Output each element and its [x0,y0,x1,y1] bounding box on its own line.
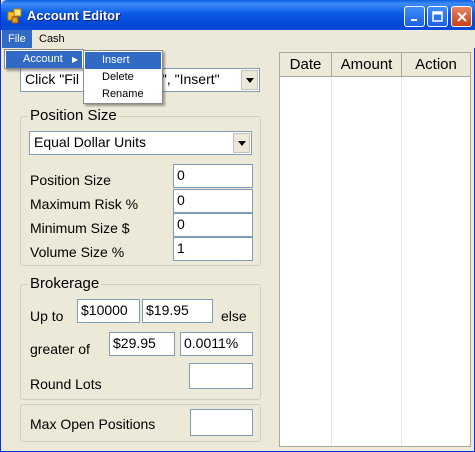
max-open-label: Max Open Positions [30,416,156,432]
column-header-action[interactable]: Action [402,53,470,77]
column-header-date[interactable]: Date [280,53,332,77]
account-combo-text-right: t", "Insert" [158,71,220,87]
up-to-amount-input[interactable]: $10000 [77,299,140,323]
menu-bar: File Cash [1,30,475,48]
up-to-fee-input[interactable]: $19.95 [142,299,213,323]
min-size-input[interactable]: 0 [173,213,253,237]
account-editor-window: Account Editor File Cash Click "Fil t", … [0,0,475,452]
brokerage-legend: Brokerage [28,275,102,292]
menu-cash[interactable]: Cash [33,30,71,48]
column-divider [331,77,332,446]
maximize-button[interactable] [427,6,448,27]
app-icon [7,8,22,24]
minimize-icon [410,18,417,21]
menu-item-account[interactable]: Account ▶ [6,51,82,68]
close-icon [456,11,467,22]
position-method-select[interactable]: Equal Dollar Units [29,131,252,155]
account-combo-text-left: Click "Fil [25,71,79,87]
close-button[interactable] [451,6,472,27]
round-lots-input[interactable] [189,363,253,389]
position-method-value: Equal Dollar Units [34,134,147,150]
max-risk-label: Maximum Risk % [30,196,139,212]
account-combo-dropdown-button[interactable] [241,70,258,90]
maximize-icon [432,11,443,22]
min-size-label: Minimum Size $ [30,220,130,236]
minimize-button[interactable] [404,6,425,27]
submenu-arrow-icon: ▶ [72,55,79,64]
max-risk-input[interactable]: 0 [173,189,253,213]
menu-item-rename[interactable]: Rename [85,86,161,103]
column-header-amount[interactable]: Amount [332,53,402,77]
else-label: else [221,308,247,324]
volume-size-label: Volume Size % [30,244,125,260]
greater-pct-input[interactable]: 0.0011% [180,332,253,356]
account-submenu: Insert Delete Rename [83,50,163,104]
grid-header: Date Amount Action [280,53,470,77]
round-lots-label: Round Lots [30,376,102,392]
volume-size-input[interactable]: 1 [173,237,253,261]
position-size-input[interactable]: 0 [173,164,253,188]
chevron-down-icon [245,77,254,83]
menu-item-account-label: Account [23,53,63,65]
up-to-label: Up to [30,308,64,324]
menu-file[interactable]: File [2,30,32,48]
menu-item-insert[interactable]: Insert [85,52,161,69]
window-title: Account Editor [27,8,121,23]
position-method-dropdown-button[interactable] [233,133,250,153]
column-divider [401,77,402,446]
transactions-grid[interactable]: Date Amount Action [279,52,471,447]
max-open-input[interactable] [190,409,253,436]
chevron-down-icon [237,140,246,146]
file-menu-dropdown: Account ▶ [4,49,84,69]
greater-of-label: greater of [30,341,90,357]
position-size-label: Position Size [30,172,111,188]
title-bar[interactable]: Account Editor [1,0,475,30]
position-size-legend: Position Size [28,107,119,124]
greater-fee-input[interactable]: $29.95 [109,332,175,356]
menu-item-delete[interactable]: Delete [85,69,161,86]
